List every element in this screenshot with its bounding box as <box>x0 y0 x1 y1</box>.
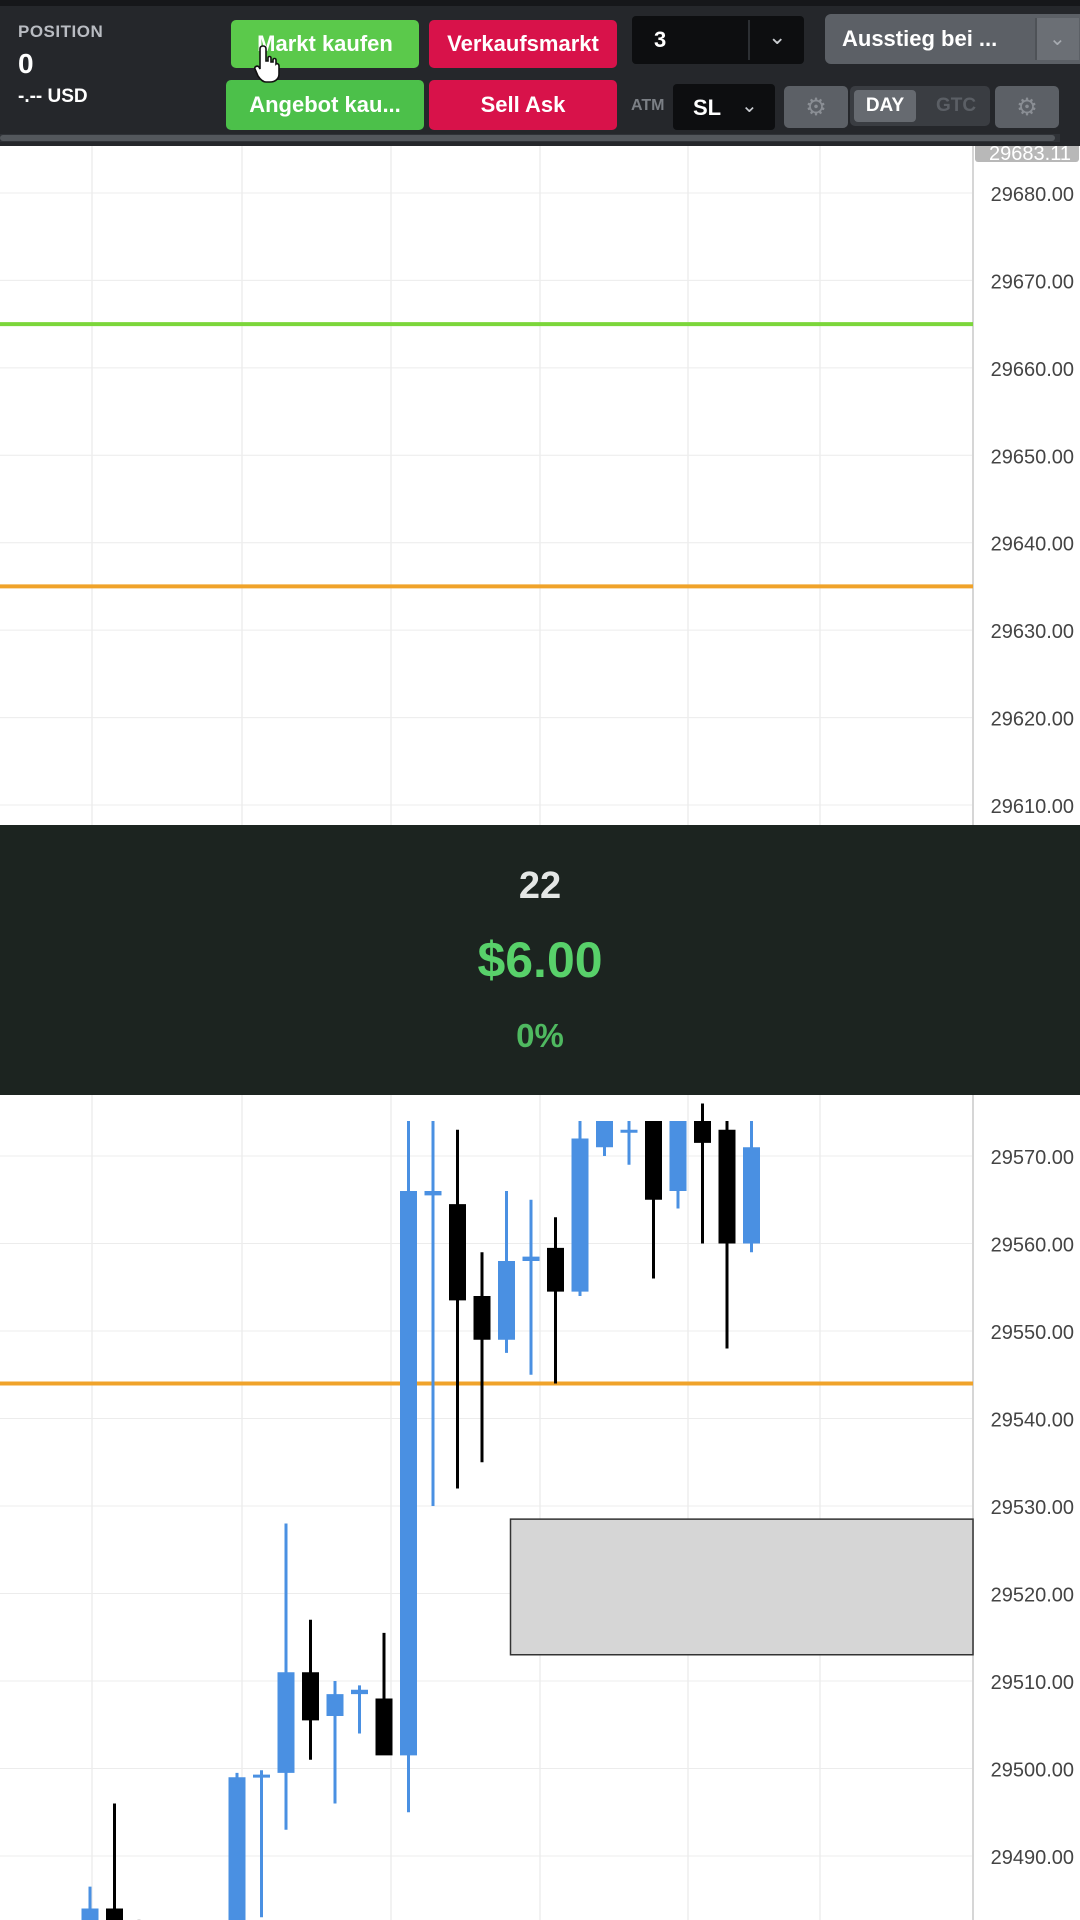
buy-bid-button[interactable]: Angebot kau... <box>226 80 424 130</box>
gear-icon: ⚙ <box>805 93 827 121</box>
toolbar-top-edge <box>0 0 1080 6</box>
price-axis-label: 29530.00 <box>991 1497 1074 1519</box>
atm-settings-button[interactable]: ⚙ <box>784 86 848 128</box>
position-pl: -.-- USD <box>18 86 88 107</box>
price-axis-label: 29560.00 <box>991 1235 1074 1257</box>
candle-body <box>718 1129 736 1244</box>
position-pl-overlay: 22 $6.00 0% <box>0 825 1080 1095</box>
price-axis-label: 29640.00 <box>991 534 1074 556</box>
toolbar-scrollbar[interactable] <box>0 134 1060 142</box>
overlay-count: 22 <box>518 865 562 907</box>
exit-dropdown-button[interactable]: ⌄ <box>1035 18 1079 60</box>
candle-body <box>400 1191 417 1756</box>
candle-body <box>228 1777 246 1920</box>
candle-body <box>669 1121 687 1191</box>
candle-body <box>547 1247 564 1292</box>
price-axis-label: 29650.00 <box>991 446 1074 468</box>
scrollbar-thumb[interactable] <box>0 135 1055 141</box>
exit-strategy-value: Ausstieg bei ... <box>842 26 998 51</box>
order-toolbar: POSITION 0 -.-- USD Markt kaufen Verkauf… <box>0 0 1080 146</box>
overlay-pl-percent: 0% <box>516 1017 564 1054</box>
quantity-value: 3 <box>654 27 667 52</box>
candle-body <box>277 1672 295 1773</box>
exit-strategy-select[interactable]: Ausstieg bei ... ⌄ <box>825 14 1080 64</box>
price-axis-label: 29670.00 <box>991 271 1074 293</box>
chevron-down-icon[interactable]: ⌄ <box>768 24 786 50</box>
quantity-select[interactable]: 3 ⌄ <box>632 16 804 64</box>
supply-demand-zone <box>509 1518 974 1656</box>
price-axis-label: 29570.00 <box>991 1147 1074 1169</box>
gear-icon: ⚙ <box>1016 93 1038 121</box>
price-axis-label: 29660.00 <box>991 359 1074 381</box>
price-axis-label: 29500.00 <box>991 1760 1074 1782</box>
current-price-tag-label: 29683.11 <box>989 146 1071 165</box>
price-axis-label: 29520.00 <box>991 1585 1074 1607</box>
candle-body <box>253 1774 270 1778</box>
position-label: POSITION <box>18 22 104 41</box>
tif-day-option[interactable]: DAY <box>854 90 916 122</box>
candle-body <box>498 1261 515 1340</box>
price-axis-label: 29540.00 <box>991 1410 1074 1432</box>
overlay-pl-amount: $6.00 <box>477 932 603 988</box>
price-axis-label: 29550.00 <box>991 1322 1074 1344</box>
chevron-down-icon[interactable]: ⌄ <box>741 93 758 118</box>
candle-body <box>375 1698 393 1756</box>
candle-body <box>449 1204 466 1301</box>
candle-body <box>743 1147 760 1244</box>
atm-template-select[interactable]: SL ⌄ <box>673 84 775 130</box>
chevron-down-icon: ⌄ <box>1049 28 1066 50</box>
sell-ask-button[interactable]: Sell Ask <box>429 80 617 130</box>
order-settings-button[interactable]: ⚙ <box>995 86 1059 128</box>
candle-body <box>620 1129 638 1133</box>
candle-body <box>473 1296 491 1340</box>
candle-body <box>694 1121 711 1143</box>
candle-body <box>596 1121 613 1148</box>
candle-body <box>106 1908 123 1920</box>
atm-template-value: SL <box>693 95 722 120</box>
price-axis-label: 29610.00 <box>991 796 1074 818</box>
price-axis-label: 29620.00 <box>991 709 1074 731</box>
price-axis-label: 29510.00 <box>991 1672 1074 1694</box>
quantity-divider <box>748 20 750 60</box>
candle-body <box>424 1191 442 1196</box>
price-axis-label: 29680.00 <box>991 184 1074 206</box>
sell-market-button[interactable]: Verkaufsmarkt <box>429 20 617 68</box>
candle-body <box>302 1672 319 1721</box>
candle-body <box>645 1121 662 1200</box>
candle-body <box>351 1689 368 1695</box>
price-axis-label: 29490.00 <box>991 1847 1074 1869</box>
position-value: 0 <box>18 48 34 79</box>
candle-body <box>571 1138 589 1292</box>
tif-gtc-option[interactable]: GTC <box>928 90 984 122</box>
candle-body <box>522 1256 540 1261</box>
atm-label: ATM <box>631 97 665 114</box>
price-axis-label: 29630.00 <box>991 621 1074 643</box>
time-in-force-toggle[interactable]: DAY GTC <box>850 86 990 126</box>
candle-body <box>81 1908 99 1920</box>
hand-cursor-icon <box>254 45 280 83</box>
candle-body <box>326 1694 344 1716</box>
